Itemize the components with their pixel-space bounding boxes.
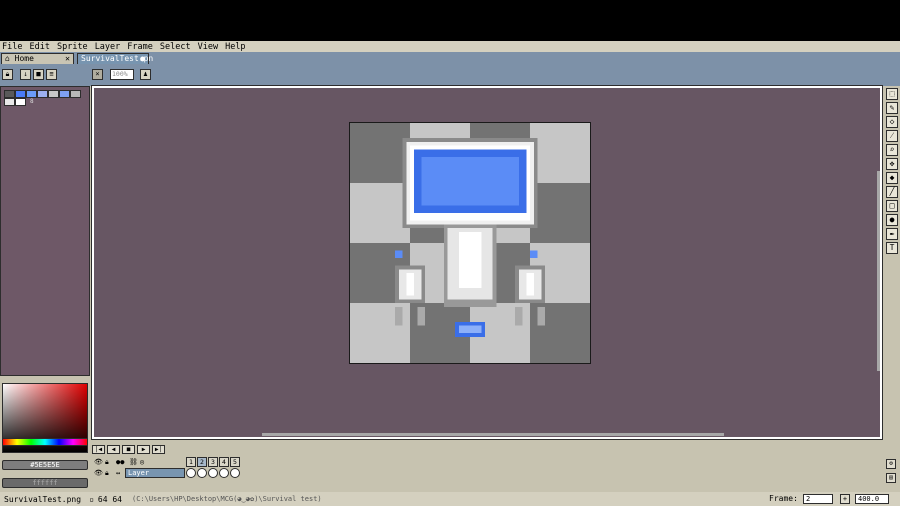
menu-view[interactable]: View bbox=[198, 42, 218, 52]
frame-header[interactable]: 3 bbox=[208, 457, 218, 467]
last-frame-icon[interactable]: ▶| bbox=[152, 445, 165, 454]
timeline-toggle-icon[interactable]: ▤ bbox=[886, 473, 896, 483]
tab-home[interactable]: ⌂ Home ✕ bbox=[1, 53, 74, 64]
eraser-icon[interactable]: ◇ bbox=[886, 116, 898, 128]
menu-file[interactable]: File bbox=[2, 42, 22, 52]
move-icon[interactable]: ✥ bbox=[886, 158, 898, 170]
onion-skin-icon[interactable]: ◎ bbox=[140, 458, 144, 466]
tab-home-label: Home bbox=[14, 54, 34, 63]
next-frame-icon[interactable]: ▶ bbox=[137, 445, 150, 454]
menu-sprite[interactable]: Sprite bbox=[57, 42, 88, 52]
reset-icon[interactable]: × bbox=[92, 69, 103, 80]
menu-help[interactable]: Help bbox=[225, 42, 245, 52]
layer-row[interactable]: Layer bbox=[125, 468, 185, 478]
frame-input[interactable]: 2 bbox=[803, 494, 833, 504]
status-path: (C:\Users\HP\Desktop\MCG(◕‿◕✿)\Survival … bbox=[131, 495, 322, 503]
status-bar: SurvivalTest.png ▫ 64 64 (C:\Users\HP\De… bbox=[0, 492, 900, 506]
eyedropper-icon[interactable]: ⁄ bbox=[886, 130, 898, 142]
frame-header[interactable]: 5 bbox=[230, 457, 240, 467]
frame-header-active[interactable]: 2 bbox=[197, 457, 207, 467]
fill-icon[interactable]: ◆ bbox=[886, 172, 898, 184]
status-size: 64 64 bbox=[97, 494, 122, 504]
horizontal-scrollbar[interactable] bbox=[262, 433, 724, 436]
lock-icon[interactable]: 🔒︎ bbox=[105, 458, 109, 467]
first-frame-icon[interactable]: |◀ bbox=[92, 445, 105, 454]
timeline: 👁︎ 🔒︎ ●● ⛓ ◎ 1 2 3 4 5 👁︎ 🔒︎ ↔ Layer ⚙ ▤ bbox=[92, 455, 896, 491]
text-icon[interactable]: T bbox=[886, 242, 898, 254]
arrow-down-icon[interactable]: ↓ bbox=[20, 69, 31, 80]
rectangle-icon[interactable]: □ bbox=[886, 200, 898, 212]
save-icon[interactable]: ■ bbox=[33, 69, 44, 80]
menu-select[interactable]: Select bbox=[160, 42, 191, 52]
modified-dot-icon: ● bbox=[140, 54, 145, 63]
palette-index: 8 bbox=[30, 98, 34, 105]
status-filename: SurvivalTest.png bbox=[4, 494, 82, 504]
palette-swatch[interactable] bbox=[15, 90, 26, 98]
palette-swatch[interactable] bbox=[26, 90, 37, 98]
vertical-scrollbar[interactable] bbox=[877, 171, 880, 371]
continuous-icon[interactable]: ●● bbox=[116, 458, 124, 466]
layer-continuous-icon[interactable]: ↔ bbox=[116, 469, 120, 477]
sprite-size-icon: ▫ bbox=[89, 494, 94, 504]
layer-lock-icon[interactable]: 🔒︎ bbox=[105, 469, 109, 478]
lock-icon[interactable]: 🔒︎ bbox=[2, 69, 13, 80]
zoom-icon[interactable]: ⌕ bbox=[886, 144, 898, 156]
zoom-field[interactable]: 400.0 bbox=[855, 494, 889, 504]
play-icon[interactable]: ■ bbox=[122, 445, 135, 454]
timeline-controls: |◀ ◀ ■ ▶ ▶| bbox=[92, 443, 882, 455]
palette-swatch[interactable] bbox=[59, 90, 70, 98]
frame-header[interactable]: 4 bbox=[219, 457, 229, 467]
sprite-canvas[interactable] bbox=[349, 122, 591, 364]
zoom-input[interactable]: 100% bbox=[110, 69, 134, 80]
menu-frame[interactable]: Frame bbox=[127, 42, 153, 52]
prev-frame-icon[interactable]: ◀ bbox=[107, 445, 120, 454]
tools-panel: ⬚ ✎ ◇ ⁄ ⌕ ✥ ◆ ╱ □ ● ✒ T bbox=[884, 86, 900, 261]
cel[interactable] bbox=[230, 468, 240, 478]
hex-field[interactable]: #5E5E5E bbox=[2, 460, 88, 470]
cel[interactable] bbox=[219, 468, 229, 478]
layer-visibility-icon[interactable]: 👁︎ bbox=[94, 469, 103, 477]
palette-swatch[interactable] bbox=[37, 90, 48, 98]
add-frame-icon[interactable]: + bbox=[840, 494, 850, 504]
palette-swatch[interactable] bbox=[70, 90, 81, 98]
home-icon: ⌂ bbox=[5, 54, 10, 63]
user-icon[interactable]: ♟ bbox=[140, 69, 151, 80]
visibility-icon[interactable]: 👁︎ bbox=[94, 458, 103, 466]
cel[interactable] bbox=[197, 468, 207, 478]
close-icon[interactable]: ✕ bbox=[65, 54, 70, 63]
link-icon[interactable]: ⛓ bbox=[129, 458, 138, 466]
tab-file[interactable]: SurvivalTest.pn ● bbox=[77, 53, 153, 64]
palette-swatch[interactable] bbox=[48, 90, 59, 98]
tab-bar: ⌂ Home ✕ SurvivalTest.pn ● bbox=[0, 52, 900, 64]
frame-label: Frame: bbox=[769, 494, 798, 503]
cel[interactable] bbox=[208, 468, 218, 478]
palette-swatch[interactable] bbox=[4, 90, 15, 98]
layer-name: Layer bbox=[128, 469, 150, 477]
menu-layer[interactable]: Layer bbox=[95, 42, 121, 52]
line-icon[interactable]: ╱ bbox=[886, 186, 898, 198]
ellipse-icon[interactable]: ● bbox=[886, 214, 898, 226]
frame-header[interactable]: 1 bbox=[186, 457, 196, 467]
hue-slider[interactable] bbox=[2, 438, 88, 446]
palette-swatch[interactable] bbox=[15, 98, 26, 106]
palette-swatch[interactable] bbox=[4, 98, 15, 106]
menu-icon[interactable]: ≡ bbox=[46, 69, 57, 80]
menu-edit[interactable]: Edit bbox=[29, 42, 49, 52]
menu-bar: File Edit Sprite Layer Frame Select View… bbox=[0, 41, 900, 52]
marquee-icon[interactable]: ⬚ bbox=[886, 88, 898, 100]
toolbar: 🔒︎ ↓ ■ ≡ × 100% ♟ bbox=[0, 64, 900, 86]
blur-icon[interactable]: ✒ bbox=[886, 228, 898, 240]
timeline-settings-icon[interactable]: ⚙ bbox=[886, 459, 896, 469]
cel[interactable] bbox=[186, 468, 196, 478]
pencil-icon[interactable]: ✎ bbox=[886, 102, 898, 114]
palette-panel: 8 bbox=[0, 86, 90, 376]
secondary-color-field[interactable]: ffffff bbox=[2, 478, 88, 488]
